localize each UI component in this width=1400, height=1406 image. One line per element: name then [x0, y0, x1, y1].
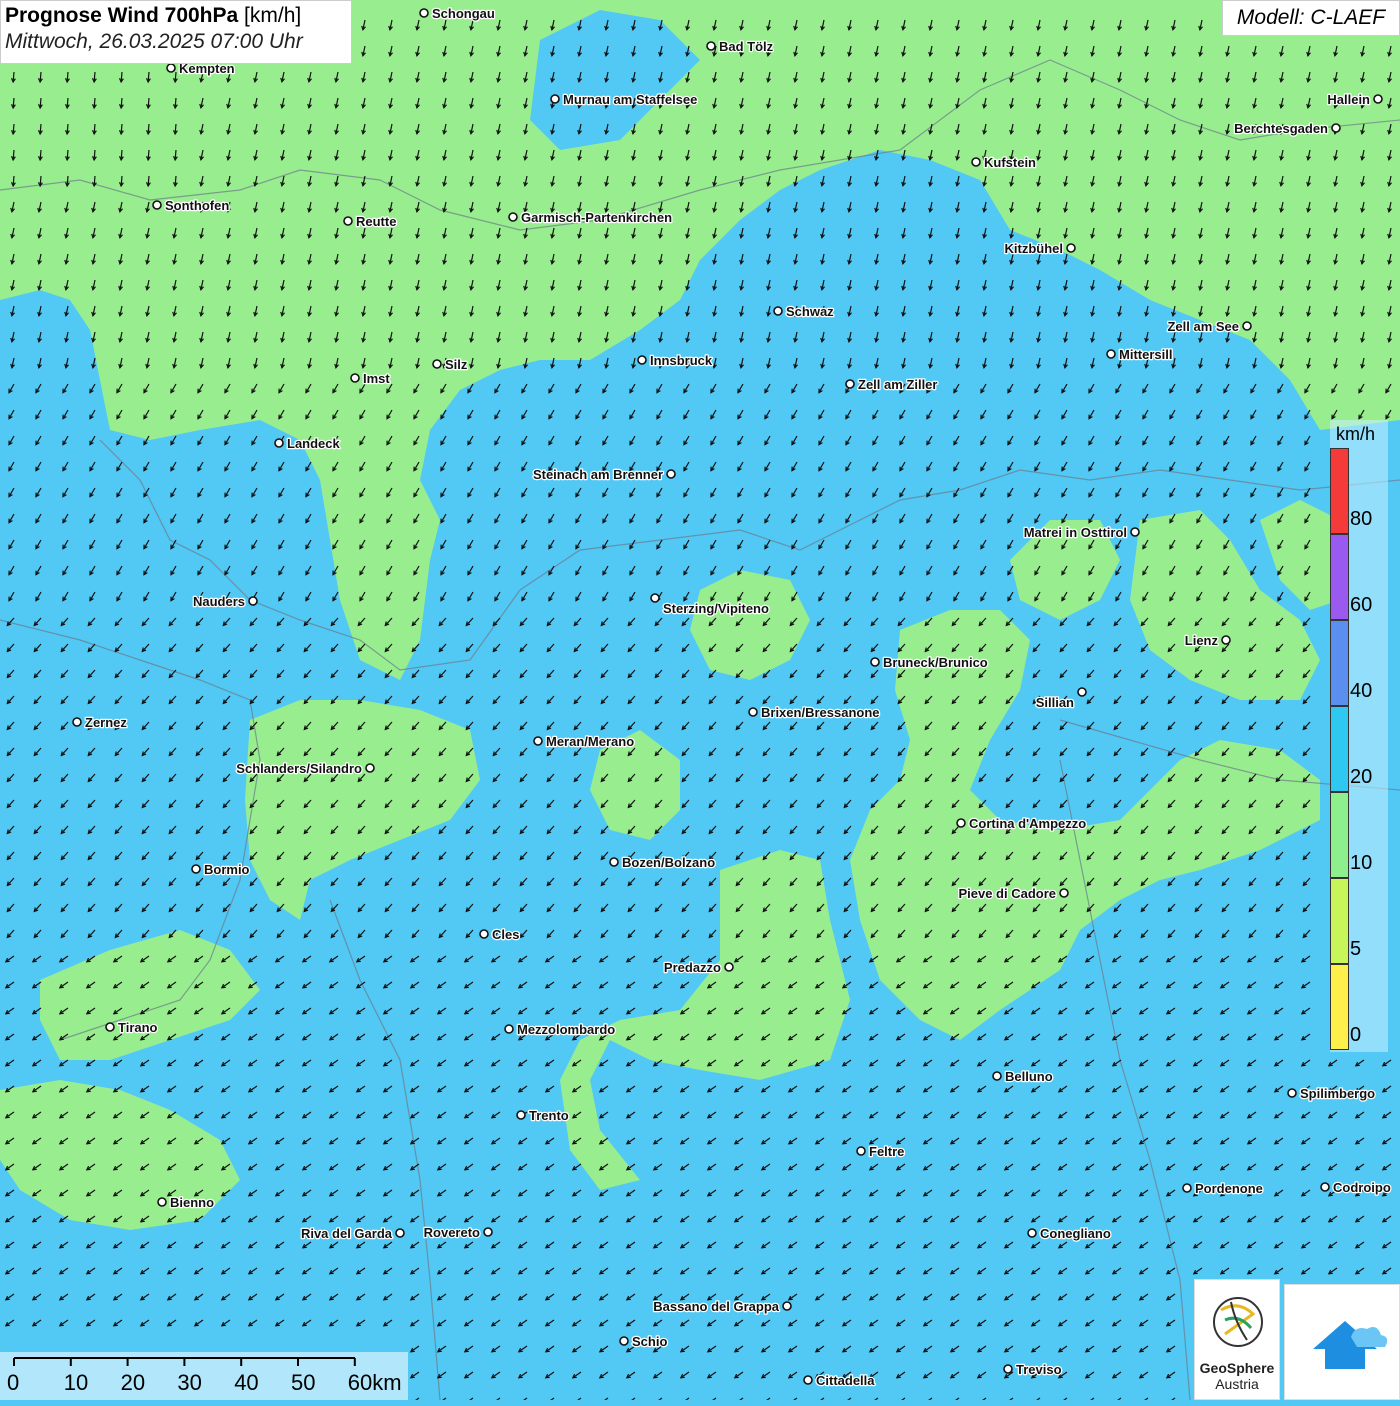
wind-map: SchongauKemptenBad TölzMurnau am Staffel… [0, 0, 1400, 1400]
